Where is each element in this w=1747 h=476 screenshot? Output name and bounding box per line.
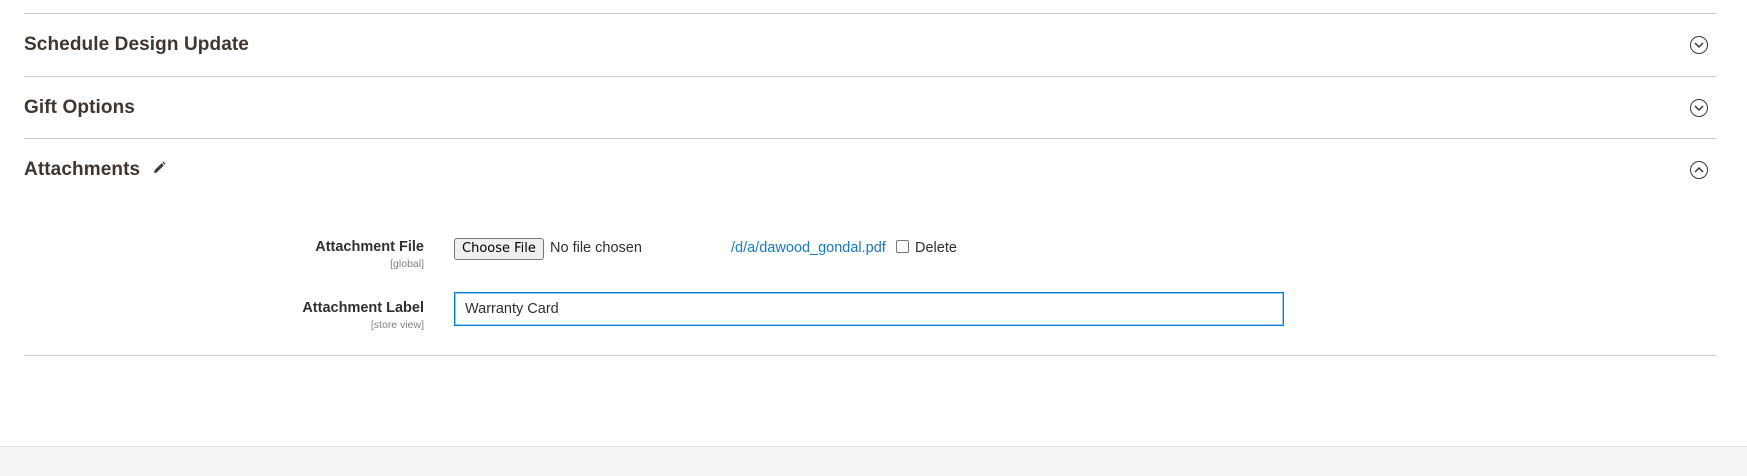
divider [24,76,1717,77]
chevron-down-circle-icon[interactable] [1690,36,1708,54]
file-status-text: No file chosen [550,240,642,256]
divider [24,138,1717,139]
page-footer-bar [0,446,1747,476]
attachment-label-input[interactable] [454,292,1284,326]
section-title[interactable]: Attachments [24,159,140,181]
attachment-label-label: Attachment Label [302,300,424,316]
chevron-down-circle-icon[interactable] [1690,99,1708,117]
delete-checkbox[interactable] [896,240,909,253]
choose-file-button[interactable]: Choose File [454,238,544,260]
chevron-up-circle-icon[interactable] [1690,161,1708,179]
attachment-file-label: Attachment File [315,239,424,255]
divider [24,13,1717,14]
scope-label: [global] [390,258,424,270]
scope-label: [store view] [370,319,424,331]
section-title[interactable]: Schedule Design Update [24,34,249,56]
section-title[interactable]: Gift Options [24,97,135,119]
existing-file-link[interactable]: /d/a/dawood_gondal.pdf [731,240,886,256]
divider [24,355,1717,356]
pencil-icon[interactable] [152,161,166,180]
delete-label[interactable]: Delete [915,240,957,256]
